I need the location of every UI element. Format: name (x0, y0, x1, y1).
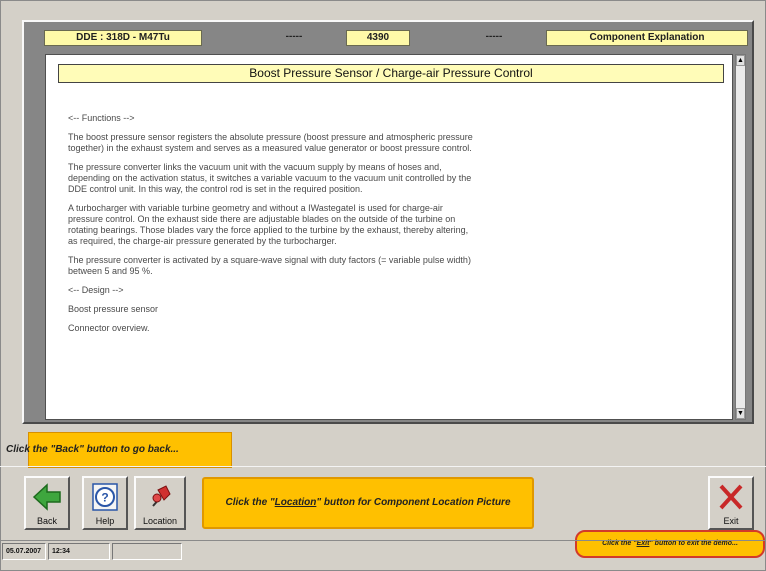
pushpin-icon (152, 485, 171, 507)
exit-button[interactable]: Exit (708, 476, 754, 530)
header-separator: ----- (485, 31, 503, 42)
status-date: 05.07.2007 (2, 543, 46, 560)
location-hint-text: Click the " (225, 497, 275, 508)
list-item[interactable]: Connector overview. (68, 323, 478, 334)
design-heading: <-- Design --> (68, 285, 124, 295)
vertical-scrollbar[interactable]: ▲ ▼ (735, 54, 746, 420)
exit-label: Exit (723, 516, 739, 526)
status-time: 12:34 (48, 543, 110, 560)
header-module: DDE : 318D - M47Tu (44, 30, 202, 46)
question-circle-icon: ? (92, 483, 118, 511)
status-extra (112, 543, 182, 560)
main-window: DDE : 318D - M47Tu ----- 4390 ----- Comp… (22, 20, 754, 424)
back-button[interactable]: Back (24, 476, 70, 530)
scroll-up-icon[interactable]: ▲ (736, 55, 745, 66)
paragraph: A turbocharger with variable turbine geo… (68, 203, 469, 246)
arrow-left-icon (32, 483, 61, 511)
back-label: Back (36, 516, 57, 526)
header-separator: ----- (285, 31, 303, 42)
header-section: Component Explanation (546, 30, 748, 46)
location-hint-text: " button for Component Location Picture (316, 497, 511, 508)
x-close-icon (719, 484, 743, 510)
paragraph: The pressure converter links the vacuum … (68, 162, 472, 194)
header-code: 4390 (346, 30, 410, 46)
functions-heading: <-- Functions --> (68, 113, 135, 123)
paragraph: The pressure converter is activated by a… (68, 255, 471, 276)
location-hint-callout: Click the "Location" button for Componen… (202, 477, 534, 529)
scroll-down-icon[interactable]: ▼ (736, 408, 745, 419)
paragraph: The boost pressure sensor registers the … (68, 132, 473, 153)
page-title: Boost Pressure Sensor / Charge-air Press… (58, 64, 724, 83)
help-label: Help (95, 516, 115, 526)
svg-text:?: ? (101, 491, 108, 505)
location-hint-link: Location (274, 497, 317, 508)
location-button[interactable]: Location (134, 476, 186, 530)
back-hint-text: Click the "Back" button to go back... (6, 444, 179, 455)
help-button[interactable]: ? Help (82, 476, 128, 530)
location-label: Location (142, 516, 178, 526)
explanation-text: <-- Functions --> The boost pressure sen… (68, 113, 478, 342)
back-hint-callout: Click the "Back" button to go back... (6, 432, 232, 468)
list-item[interactable]: Boost pressure sensor (68, 304, 478, 315)
content-panel: Boost Pressure Sensor / Charge-air Press… (45, 54, 733, 420)
